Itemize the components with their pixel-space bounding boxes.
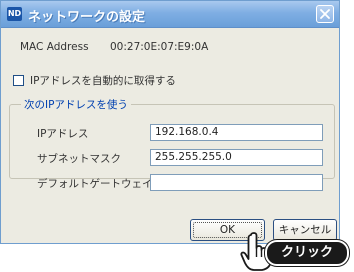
default-gateway-input[interactable] [150,174,323,191]
subnet-mask-input[interactable]: 255.255.255.0 [150,149,323,166]
default-gateway-label: デフォルトゲートウェイ [37,178,153,190]
cancel-button-label: キャンセル [278,224,332,236]
mac-address-label: MAC Address [20,41,89,53]
cancel-button[interactable]: キャンセル [273,219,337,241]
close-button[interactable] [316,5,334,23]
title-bar[interactable]: ND ネットワークの設定 [1,1,339,28]
auto-ip-label[interactable]: IPアドレスを自動的に取得する [30,73,176,88]
app-icon: ND [7,7,22,21]
manual-ip-group [9,104,335,179]
subnet-mask-label: サブネットマスク [37,153,121,165]
manual-ip-legend: 次のIPアドレスを使う [21,97,131,112]
ip-address-input[interactable]: 192.168.0.4 [150,124,323,141]
network-settings-dialog: ND ネットワークの設定 MAC Address 00:27:0E:07:E9:… [0,0,340,244]
ip-address-label: IPアドレス [37,128,89,140]
mac-address-value: 00:27:0E:07:E9:0A [110,41,209,53]
click-annotation-badge: クリック [265,240,349,266]
close-icon [320,9,330,19]
auto-ip-checkbox[interactable] [13,75,24,86]
dialog-title: ネットワークの設定 [28,10,146,25]
